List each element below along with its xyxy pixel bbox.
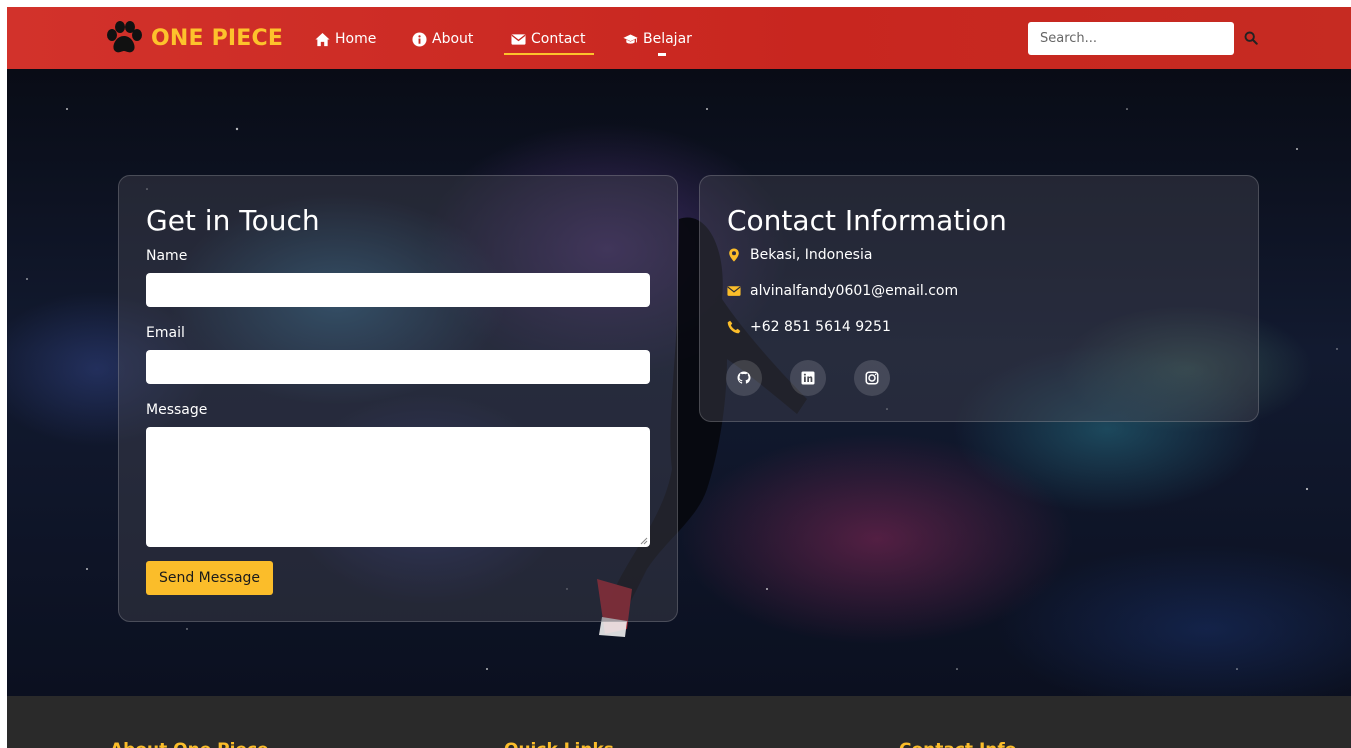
location-row: Bekasi, Indonesia [727, 245, 872, 265]
nav-about[interactable]: About [412, 28, 473, 50]
instagram-icon [865, 371, 879, 385]
search-button[interactable] [1240, 27, 1262, 49]
graduation-cap-icon [623, 34, 638, 44]
linkedin-icon [801, 371, 815, 385]
footer-heading-quick-links: Quick Links [504, 740, 614, 748]
app-frame: ONE PIECE Home About Contact Belajar Sea… [7, 7, 1351, 748]
resize-grip-icon[interactable] [640, 537, 648, 545]
github-link[interactable] [726, 360, 762, 396]
name-label: Name [146, 248, 188, 264]
nav-contact-label: Contact [531, 31, 586, 47]
phone-row: +62 851 5614 9251 [727, 317, 891, 337]
phone-icon [727, 320, 741, 334]
send-message-button[interactable]: Send Message [146, 561, 273, 595]
linkedin-link[interactable] [790, 360, 826, 396]
search-icon [1244, 31, 1258, 45]
contact-form-card: Get in Touch Name Email Message Send Mes… [118, 175, 678, 622]
contact-info-card: Contact Information Bekasi, Indonesia al… [699, 175, 1259, 422]
envelope-icon [511, 33, 526, 45]
search-input[interactable] [1028, 22, 1234, 55]
email-label: Email [146, 325, 185, 341]
brand-logo[interactable]: ONE PIECE [105, 21, 283, 55]
footer: About One Piece Quick Links Contact Info [7, 696, 1351, 748]
instagram-link[interactable] [854, 360, 890, 396]
navbar: ONE PIECE Home About Contact Belajar [7, 7, 1351, 69]
email-row: alvinalfandy0601@email.com [727, 281, 958, 301]
active-nav-indicator [504, 53, 594, 55]
map-marker-icon [729, 248, 739, 262]
github-icon [737, 371, 751, 384]
email-input[interactable] [146, 350, 650, 384]
info-title: Contact Information [727, 204, 1007, 237]
nav-belajar-label: Belajar [643, 31, 692, 47]
envelope-icon [727, 286, 741, 296]
name-input[interactable] [146, 273, 650, 307]
paw-icon [107, 21, 142, 53]
nav-belajar[interactable]: Belajar [623, 28, 692, 50]
message-label: Message [146, 402, 208, 418]
nav-home[interactable]: Home [315, 28, 376, 50]
nav-contact[interactable]: Contact [511, 28, 585, 50]
footer-heading-about: About One Piece [110, 740, 269, 748]
phone-text[interactable]: +62 851 5614 9251 [750, 319, 891, 335]
home-icon [315, 32, 330, 46]
brand-name: ONE PIECE [151, 25, 284, 51]
footer-heading-contact-info: Contact Info [899, 740, 1016, 748]
info-circle-icon [412, 31, 427, 47]
nav-about-label: About [432, 31, 474, 47]
dropdown-indicator [658, 53, 666, 56]
email-text[interactable]: alvinalfandy0601@email.com [750, 283, 958, 299]
nav-home-label: Home [335, 31, 377, 47]
location-text: Bekasi, Indonesia [750, 247, 873, 263]
message-textarea[interactable] [146, 427, 650, 547]
form-title: Get in Touch [146, 204, 320, 237]
hero-background: Get in Touch Name Email Message Send Mes… [7, 69, 1351, 696]
